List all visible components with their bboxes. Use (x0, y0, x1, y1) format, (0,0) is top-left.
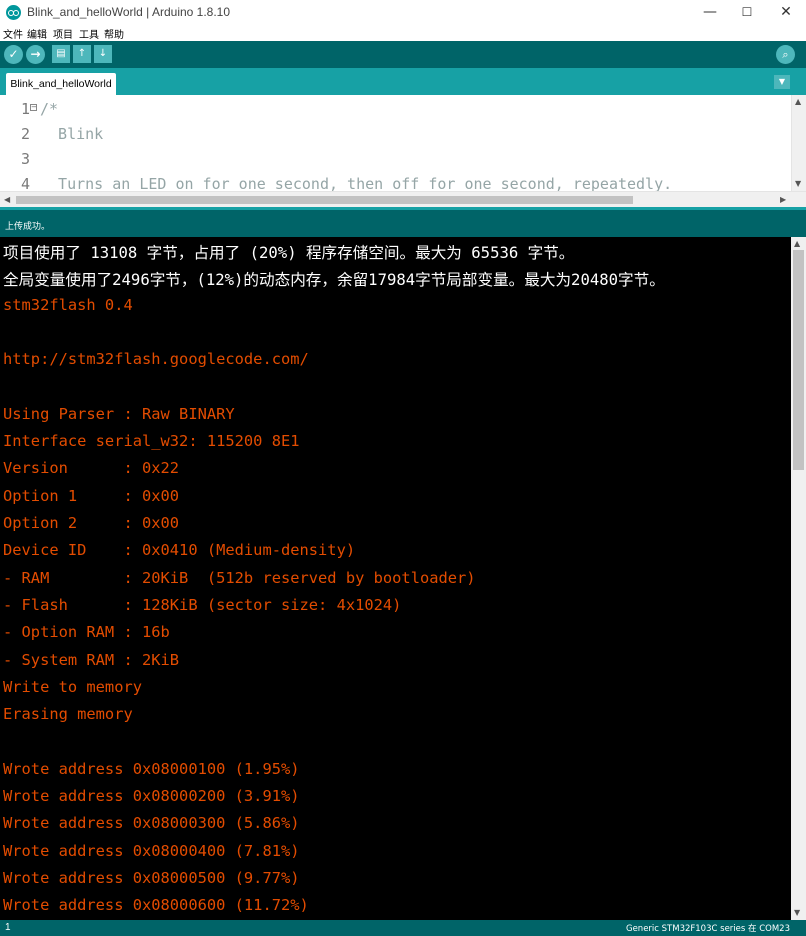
console-line: Device ID : 0x0410 (Medium-density) (3, 541, 356, 560)
window-title: Blink_and_helloWorld | Arduino 1.8.10 (27, 5, 231, 19)
save-sketch-button[interactable]: ↓ (94, 45, 112, 63)
line-number: 3 (20, 150, 30, 168)
scroll-right-arrow-icon[interactable]: ▶ (780, 195, 786, 204)
console-line: 项目使用了 13108 字节，占用了 (20%) 程序存储空间。最大为 6553… (3, 244, 575, 262)
maximize-button[interactable]: ☐ (727, 0, 767, 25)
tab-menu-dropdown-icon[interactable]: ▼ (774, 75, 790, 89)
code-editor[interactable]: 1 2 3 4 − /* Blink Turns an LED on for o… (0, 95, 806, 207)
console-line: Using Parser : Raw BINARY (3, 404, 235, 423)
menu-file[interactable]: 文件 (3, 26, 23, 41)
console-output[interactable]: 项目使用了 13108 字节，占用了 (20%) 程序存储空间。最大为 6553… (0, 237, 806, 920)
console-line: - RAM : 20KiB (512b reserved by bootload… (3, 568, 476, 587)
console-line: - Option RAM : 16b (3, 623, 170, 642)
code-line[interactable]: Blink (40, 125, 103, 143)
scroll-left-arrow-icon[interactable]: ◀ (4, 195, 10, 204)
console-line: Wrote address 0x08000100 (1.95%) (3, 759, 300, 778)
menu-help[interactable]: 帮助 (104, 26, 124, 41)
arduino-logo-icon (6, 5, 21, 20)
scroll-down-arrow-icon[interactable]: ▼ (795, 179, 801, 188)
tab-bar: Blink_and_helloWorld ▼ (0, 68, 806, 95)
close-button[interactable]: ✕ (766, 0, 806, 25)
console-line: http://stm32flash.googlecode.com/ (3, 350, 309, 369)
console-line: stm32flash 0.4 (3, 295, 133, 314)
verify-button[interactable]: ✓ (4, 45, 23, 64)
code-line[interactable]: /* (40, 100, 58, 118)
open-sketch-button[interactable]: ↑ (73, 45, 91, 63)
console-line: 全局变量使用了2496字节，(12%)的动态内存，余留17984字节局部变量。最… (3, 271, 665, 290)
console-line: Wrote address 0x08000200 (3.91%) (3, 787, 300, 805)
console-line: - Flash : 128KiB (sector size: 4x1024) (3, 595, 402, 614)
menu-sketch[interactable]: 项目 (53, 26, 73, 41)
console-line: Option 2 : 0x00 (3, 514, 180, 532)
console-line: - System RAM : 2KiB (3, 650, 180, 669)
bottom-status-bar: 1 Generic STM32F103C series 在 COM23 (0, 920, 806, 936)
line-number-gutter: 1 2 3 4 − (0, 95, 38, 193)
console-line: Option 1 : 0x00 (3, 486, 180, 505)
console-line: Write to memory (3, 677, 142, 696)
console-line: Erasing memory (3, 705, 133, 724)
fold-marker-icon[interactable]: − (30, 104, 37, 111)
editor-vertical-scrollbar[interactable]: ▲ ▼ (791, 95, 806, 191)
cursor-line-number: 1 (5, 922, 11, 933)
scroll-up-arrow-icon[interactable]: ▲ (795, 97, 801, 106)
console-line: Wrote address 0x08000400 (7.81%) (3, 841, 300, 860)
console-line: Interface serial_w32: 115200 8E1 (3, 432, 300, 451)
menu-tools[interactable]: 工具 (79, 26, 99, 41)
serial-monitor-button[interactable]: ⌕ (776, 45, 795, 64)
console-line: Wrote address 0x08000500 (9.77%) (3, 868, 300, 887)
line-number: 1 (20, 100, 30, 118)
upload-status-message: 上传成功。 (5, 222, 51, 232)
editor-horizontal-scrollbar[interactable]: ◀ ▶ (0, 191, 806, 207)
line-number: 2 (20, 125, 30, 143)
title-bar: Blink_and_helloWorld | Arduino 1.8.10 — … (0, 0, 806, 25)
scroll-up-arrow-icon[interactable]: ▲ (794, 239, 800, 248)
tab-blink-and-helloworld[interactable]: Blink_and_helloWorld (6, 73, 116, 95)
minimize-button[interactable]: — (690, 0, 730, 25)
board-and-port: Generic STM32F103C series 在 COM23 (625, 924, 790, 934)
new-sketch-button[interactable]: ▤ (52, 45, 70, 63)
scroll-down-arrow-icon[interactable]: ▼ (794, 908, 800, 917)
horizontal-scroll-thumb[interactable] (16, 196, 633, 204)
console-vertical-scrollbar[interactable]: ▲ ▼ (791, 237, 806, 920)
console-line: Wrote address 0x08000300 (5.86%) (3, 814, 300, 833)
console-scroll-thumb[interactable] (793, 250, 804, 470)
menu-edit[interactable]: 编辑 (27, 26, 47, 41)
toolbar: ✓ → ▤ ↑ ↓ ⌕ (0, 41, 806, 68)
menu-bar: 文件 编辑 项目 工具 帮助 (0, 25, 806, 41)
upload-button[interactable]: → (26, 45, 45, 64)
console-line: Wrote address 0x08000600 (11.72%) (3, 896, 309, 915)
message-bar: 上传成功。 (0, 207, 806, 237)
console-line: Version : 0x22 (3, 459, 180, 478)
